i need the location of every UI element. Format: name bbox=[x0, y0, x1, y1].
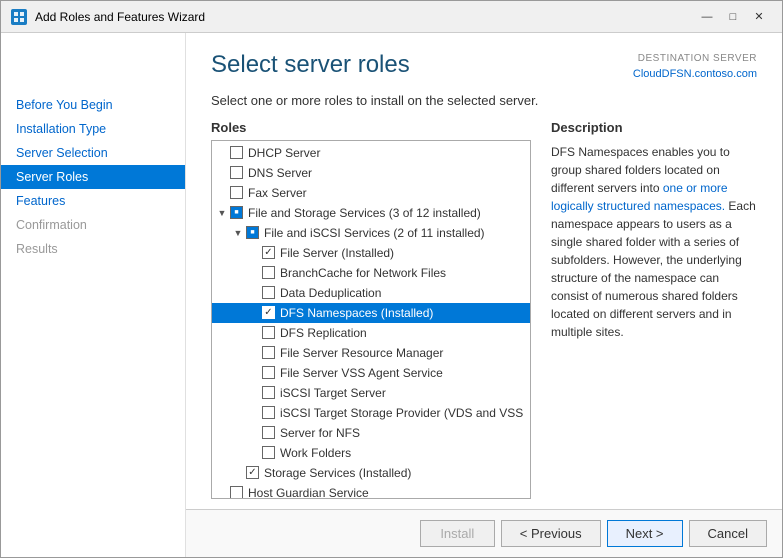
minimize-button[interactable]: — bbox=[694, 7, 720, 27]
cancel-button[interactable]: Cancel bbox=[689, 520, 767, 547]
instruction-text: Select one or more roles to install on t… bbox=[211, 93, 757, 108]
list-item[interactable]: Server for NFS bbox=[212, 423, 530, 443]
destination-info: DESTINATION SERVER CloudDFSN.contoso.com bbox=[633, 51, 757, 83]
title-bar-left: Add Roles and Features Wizard bbox=[11, 9, 205, 25]
content-area: Before You Begin Installation Type Serve… bbox=[1, 33, 782, 557]
role-label: BranchCache for Network Files bbox=[280, 266, 446, 280]
main-window: Add Roles and Features Wizard — □ ✕ Befo… bbox=[0, 0, 783, 558]
list-item[interactable]: Data Deduplication bbox=[212, 283, 530, 303]
role-label: File Server (Installed) bbox=[280, 246, 394, 260]
scroll-left-button[interactable]: ◀ bbox=[228, 499, 244, 500]
list-item[interactable]: DNS Server bbox=[212, 163, 530, 183]
role-label: Storage Services (Installed) bbox=[264, 466, 411, 480]
list-item-selected[interactable]: DFS Namespaces (Installed) bbox=[212, 303, 530, 323]
checkbox[interactable] bbox=[262, 406, 275, 419]
role-label: Data Deduplication bbox=[280, 286, 381, 300]
role-label: Work Folders bbox=[280, 446, 351, 460]
description-highlight: one or more logically structured namespa… bbox=[551, 181, 728, 213]
horizontal-scrollbar[interactable]: ◀ ▶ bbox=[212, 498, 530, 499]
role-label: iSCSI Target Storage Provider (VDS and V… bbox=[280, 406, 523, 420]
checkbox[interactable] bbox=[230, 166, 243, 179]
checkbox[interactable] bbox=[262, 326, 275, 339]
checkbox[interactable] bbox=[262, 266, 275, 279]
main-content: Select one or more roles to install on t… bbox=[186, 93, 782, 510]
checkbox[interactable] bbox=[246, 226, 259, 239]
window-icon bbox=[11, 9, 27, 25]
list-item[interactable]: Fax Server bbox=[212, 183, 530, 203]
checkbox[interactable] bbox=[230, 486, 243, 498]
checkbox[interactable] bbox=[230, 146, 243, 159]
checkbox[interactable] bbox=[230, 206, 243, 219]
checkbox[interactable] bbox=[246, 466, 259, 479]
checkbox[interactable] bbox=[262, 446, 275, 459]
role-label: File and iSCSI Services (2 of 11 install… bbox=[264, 226, 485, 240]
checkbox[interactable] bbox=[262, 386, 275, 399]
role-label: Server for NFS bbox=[280, 426, 360, 440]
list-item[interactable]: Storage Services (Installed) bbox=[212, 463, 530, 483]
roles-header: Roles bbox=[211, 120, 531, 135]
role-label: DNS Server bbox=[248, 166, 312, 180]
tree-arrow-expanded[interactable] bbox=[216, 207, 228, 219]
next-button[interactable]: Next > bbox=[607, 520, 683, 547]
roles-list-container: DHCP Server DNS Server bbox=[211, 140, 531, 500]
checkbox[interactable] bbox=[230, 186, 243, 199]
tree-arrow-expanded[interactable] bbox=[232, 227, 244, 239]
previous-button[interactable]: < Previous bbox=[501, 520, 601, 547]
title-bar: Add Roles and Features Wizard — □ ✕ bbox=[1, 1, 782, 33]
description-text: DFS Namespaces enables you to group shar… bbox=[551, 143, 757, 341]
list-item[interactable]: File Server Resource Manager bbox=[212, 343, 530, 363]
role-label: iSCSI Target Server bbox=[280, 386, 386, 400]
role-label: DFS Namespaces (Installed) bbox=[280, 306, 433, 320]
checkbox[interactable] bbox=[262, 286, 275, 299]
destination-server: CloudDFSN.contoso.com bbox=[633, 66, 757, 83]
list-item[interactable]: Work Folders bbox=[212, 443, 530, 463]
list-item[interactable]: DHCP Server bbox=[212, 143, 530, 163]
sidebar: Before You Begin Installation Type Serve… bbox=[1, 33, 186, 557]
checkbox[interactable] bbox=[262, 346, 275, 359]
destination-label: DESTINATION SERVER bbox=[633, 51, 757, 66]
role-label: DFS Replication bbox=[280, 326, 367, 340]
list-item[interactable]: File Server VSS Agent Service bbox=[212, 363, 530, 383]
scroll-right-button[interactable]: ▶ bbox=[498, 499, 514, 500]
list-item[interactable]: BranchCache for Network Files bbox=[212, 263, 530, 283]
install-button[interactable]: Install bbox=[420, 520, 495, 547]
checkbox[interactable] bbox=[262, 306, 275, 319]
sidebar-item-features[interactable]: Features bbox=[1, 189, 185, 213]
list-item[interactable]: File and iSCSI Services (2 of 11 install… bbox=[212, 223, 530, 243]
roles-section: Roles DHCP Server bbox=[211, 120, 531, 500]
columns: Roles DHCP Server bbox=[211, 120, 757, 500]
description-section: Description DFS Namespaces enables you t… bbox=[551, 120, 757, 500]
sidebar-item-installation-type[interactable]: Installation Type bbox=[1, 117, 185, 141]
list-item[interactable]: iSCSI Target Server bbox=[212, 383, 530, 403]
sidebar-item-server-selection[interactable]: Server Selection bbox=[1, 141, 185, 165]
list-item[interactable]: File Server (Installed) bbox=[212, 243, 530, 263]
title-controls: — □ ✕ bbox=[694, 7, 772, 27]
maximize-button[interactable]: □ bbox=[720, 7, 746, 27]
sidebar-item-server-roles[interactable]: Server Roles bbox=[1, 165, 185, 189]
window-title: Add Roles and Features Wizard bbox=[35, 10, 205, 24]
role-label: File and Storage Services (3 of 12 insta… bbox=[248, 206, 481, 220]
close-button[interactable]: ✕ bbox=[746, 7, 772, 27]
role-label: Fax Server bbox=[248, 186, 307, 200]
roles-list[interactable]: DHCP Server DNS Server bbox=[212, 141, 530, 499]
list-item[interactable]: File and Storage Services (3 of 12 insta… bbox=[212, 203, 530, 223]
page-title: Select server roles bbox=[211, 51, 410, 79]
description-header: Description bbox=[551, 120, 757, 135]
list-item[interactable]: Host Guardian Service bbox=[212, 483, 530, 499]
page-header: Select server roles DESTINATION SERVER C… bbox=[186, 33, 782, 93]
footer: Install < Previous Next > Cancel bbox=[186, 509, 782, 557]
checkbox[interactable] bbox=[262, 366, 275, 379]
checkbox[interactable] bbox=[262, 246, 275, 259]
role-label: Host Guardian Service bbox=[248, 486, 369, 499]
role-label: File Server Resource Manager bbox=[280, 346, 443, 360]
sidebar-item-before-you-begin[interactable]: Before You Begin bbox=[1, 93, 185, 117]
role-label: File Server VSS Agent Service bbox=[280, 366, 443, 380]
checkbox[interactable] bbox=[262, 426, 275, 439]
role-label: DHCP Server bbox=[248, 146, 320, 160]
sidebar-item-confirmation: Confirmation bbox=[1, 213, 185, 237]
list-item[interactable]: iSCSI Target Storage Provider (VDS and V… bbox=[212, 403, 530, 423]
sidebar-item-results: Results bbox=[1, 237, 185, 261]
main-panel: Select server roles DESTINATION SERVER C… bbox=[186, 33, 782, 557]
list-item[interactable]: DFS Replication bbox=[212, 323, 530, 343]
